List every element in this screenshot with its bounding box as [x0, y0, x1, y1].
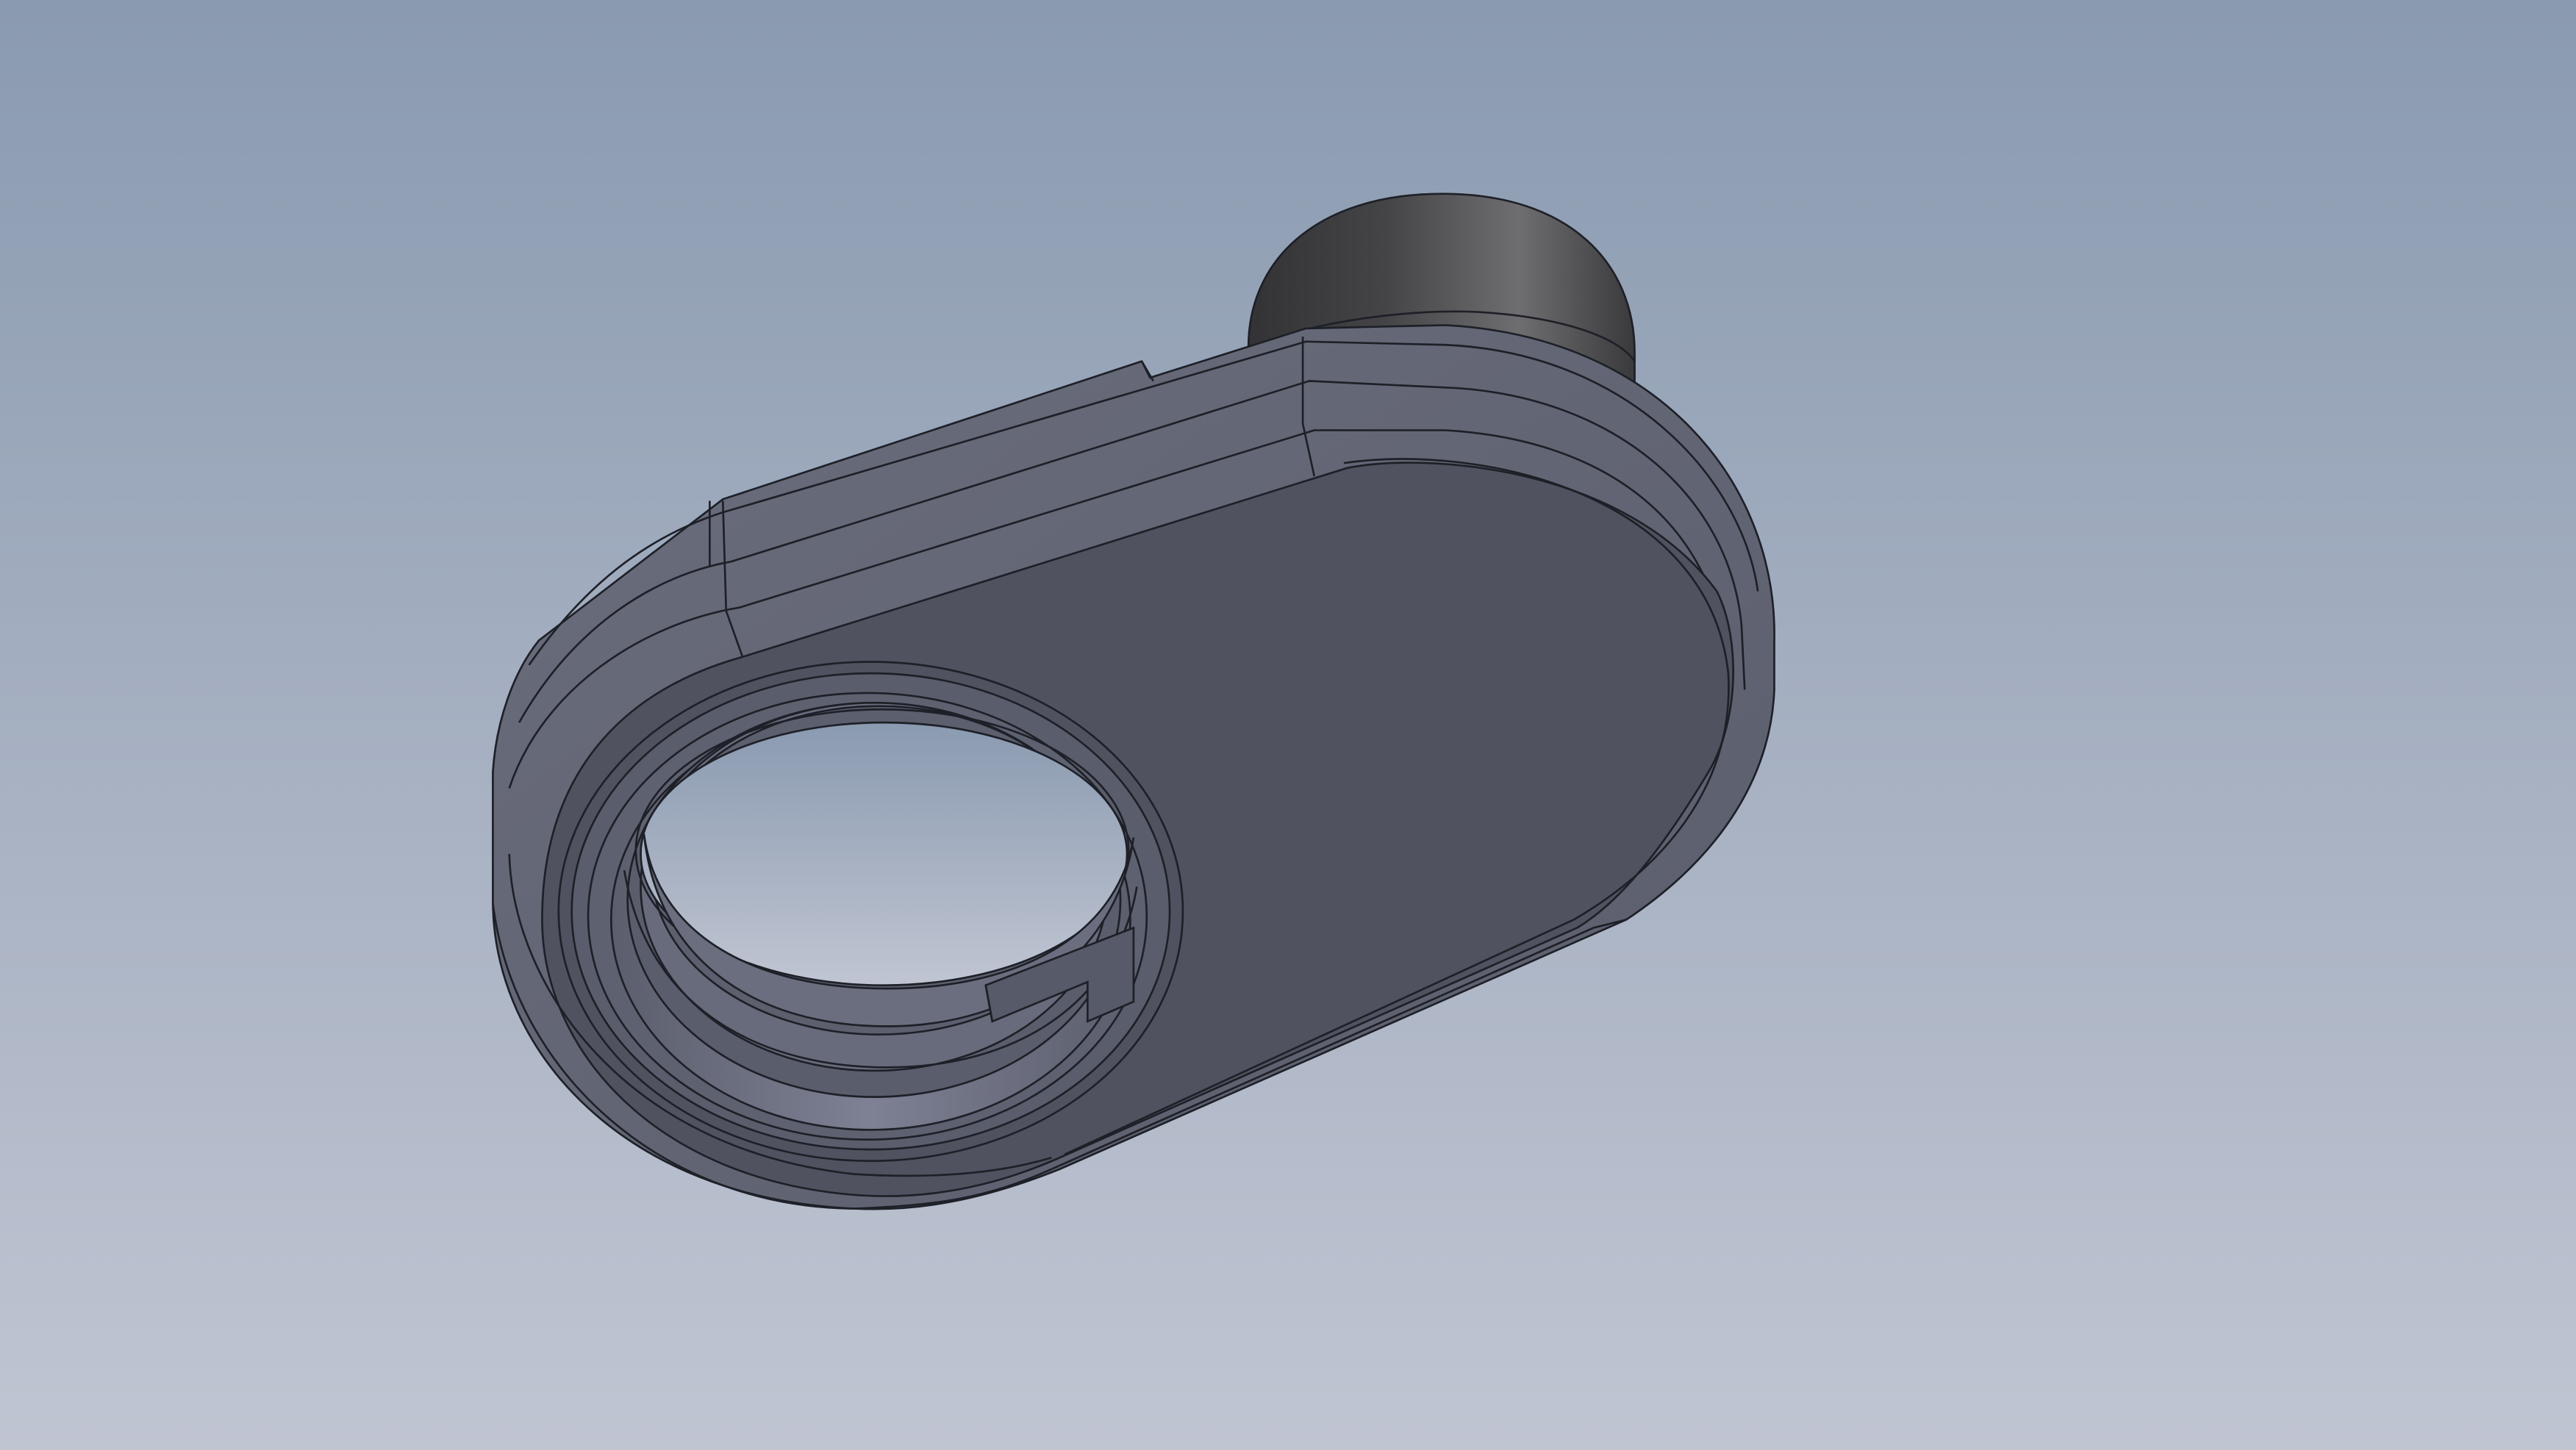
counterbored-hole[interactable] — [557, 661, 1184, 1163]
cad-scene[interactable] — [0, 0, 2576, 1450]
cad-graphics-viewport[interactable] — [0, 0, 2576, 1450]
